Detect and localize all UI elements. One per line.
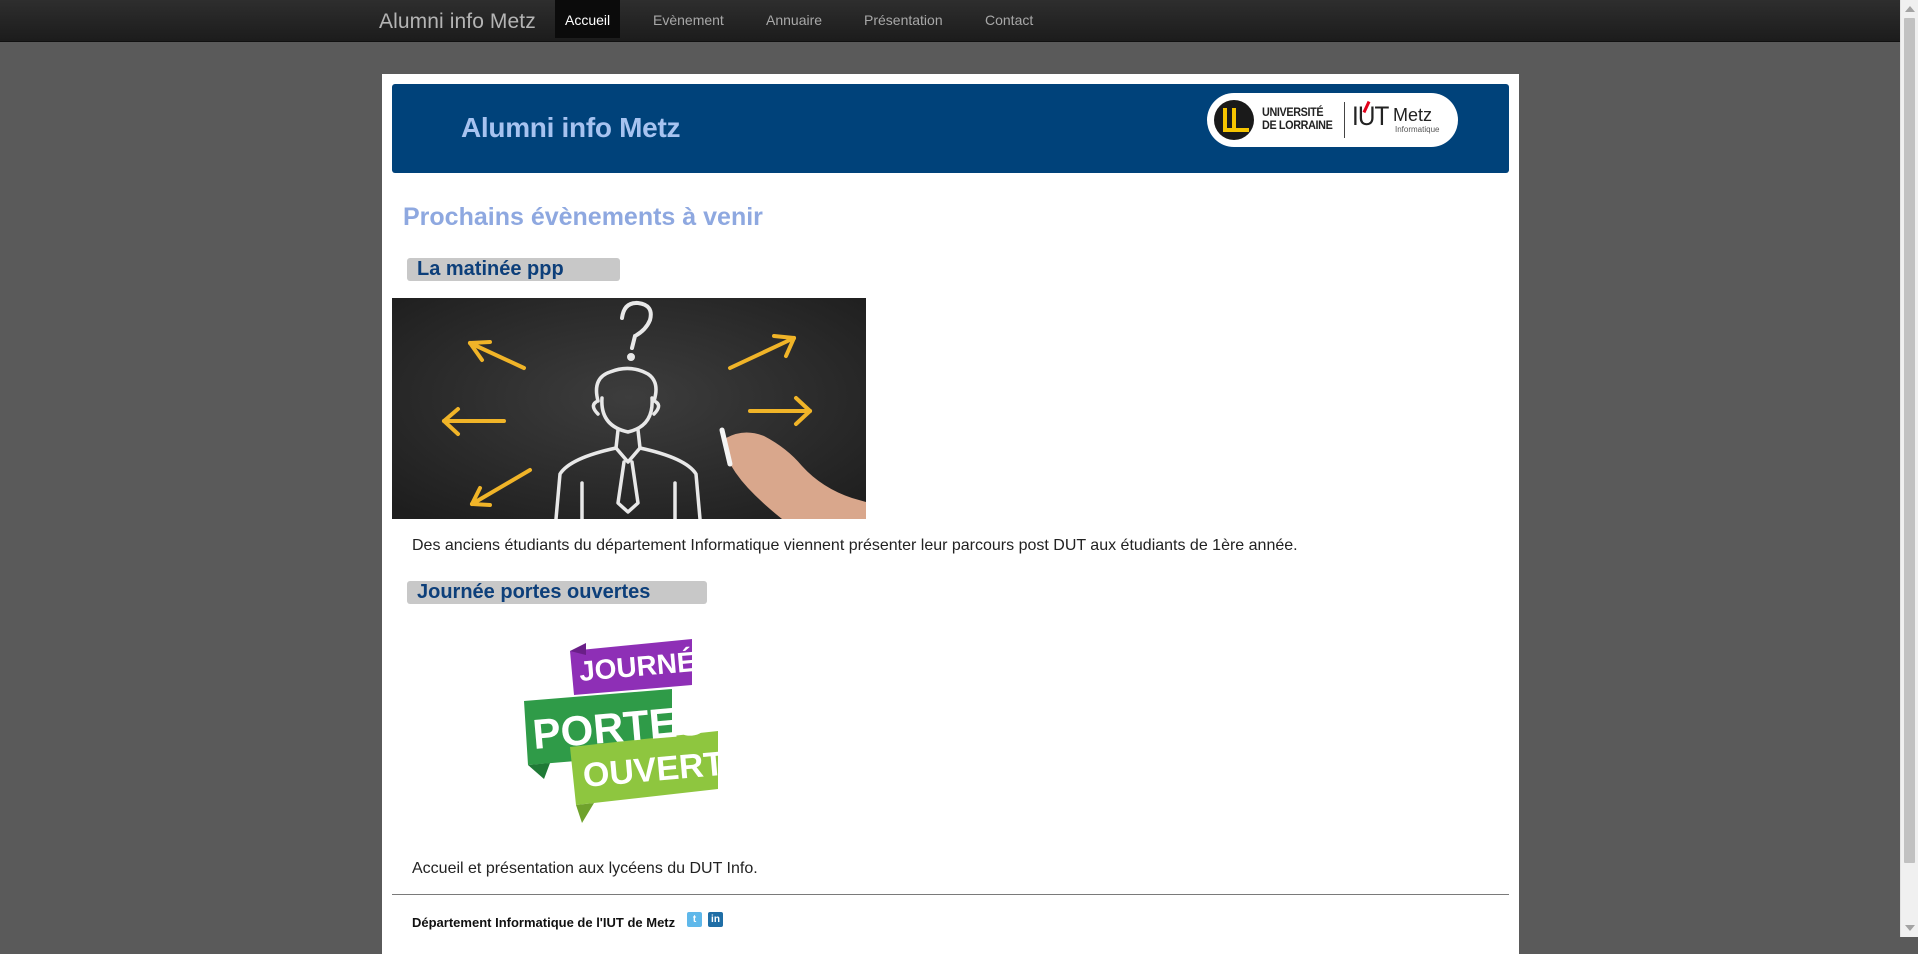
scroll-down-arrow-icon[interactable] (1905, 925, 1915, 931)
logo-department: Informatique (1395, 125, 1440, 134)
navbar-brand[interactable]: Alumni info Metz (379, 10, 536, 34)
chalkboard-person-arrows-image (392, 298, 866, 519)
page-heading: Prochains évènements à venir (403, 203, 763, 231)
nav-item-evenement[interactable]: Evènement (643, 0, 734, 38)
universite-lorraine-iut-logo: UNIVERSITÉ DE LORRAINE IUT Metz Informati… (1207, 93, 1458, 147)
event-description-matinee-ppp: Des anciens étudiants du département Inf… (412, 537, 1298, 554)
vertical-scrollbar[interactable] (1900, 0, 1918, 937)
logo-iut-text: IUT (1352, 101, 1389, 131)
event-title-portes-ouvertes: Journée portes ouvertes (407, 581, 707, 604)
scrollbar-thumb[interactable] (1904, 18, 1915, 863)
event-description-portes-ouvertes: Accueil et présentation aux lycéens du D… (412, 860, 758, 877)
nav-item-contact[interactable]: Contact (975, 0, 1043, 38)
header-banner: Alumni info Metz UNIVERSITÉ DE LORRAINE I… (392, 84, 1509, 173)
linkedin-icon[interactable]: in (708, 912, 723, 927)
lorraine-ll-icon (1214, 100, 1254, 140)
footer-text: Département Informatique de l'IUT de Met… (412, 915, 676, 930)
banner-title: Alumni info Metz (461, 112, 681, 143)
nav-item-presentation[interactable]: Présentation (854, 0, 953, 38)
event-title-matinee-ppp: La matinée ppp (407, 258, 620, 281)
content-card: Alumni info Metz UNIVERSITÉ DE LORRAINE I… (382, 74, 1519, 954)
twitter-icon[interactable]: t (687, 912, 702, 927)
footer-divider (392, 894, 1509, 895)
logo-university-name: UNIVERSITÉ DE LORRAINE (1262, 105, 1333, 132)
logo-city: Metz (1393, 105, 1433, 125)
scroll-up-arrow-icon[interactable] (1905, 6, 1915, 12)
journees-portes-ouvertes-image: JOURNÉES PORTES OUVERTES (524, 639, 732, 823)
nav-item-annuaire[interactable]: Annuaire (756, 0, 832, 38)
top-navbar: Alumni info Metz Accueil Evènement Annua… (0, 0, 1900, 42)
nav-item-accueil[interactable]: Accueil (555, 0, 621, 38)
